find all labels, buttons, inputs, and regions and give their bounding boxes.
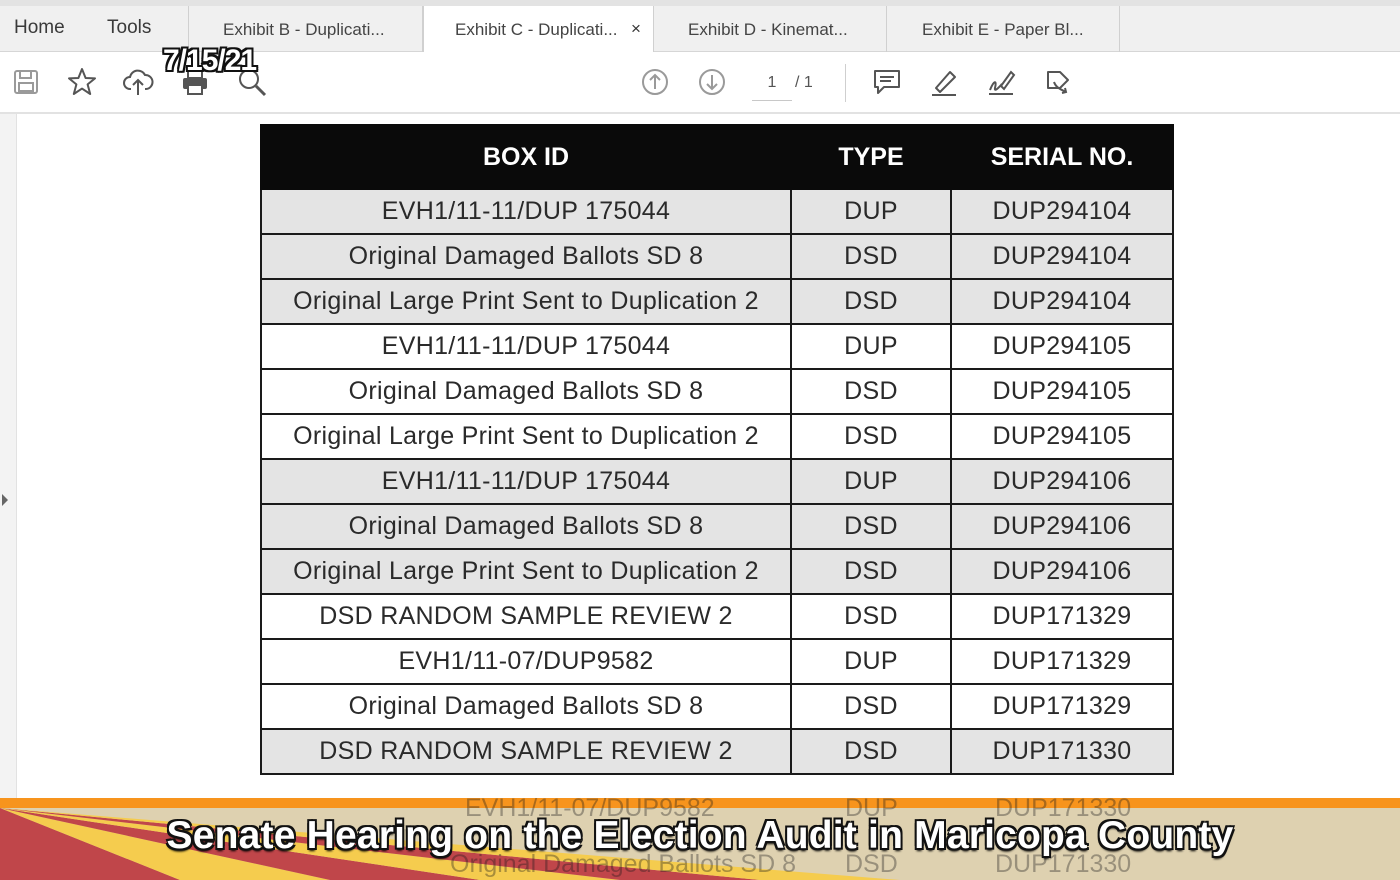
cell-serial-no: DUP171329: [950, 683, 1174, 730]
banner-title: Senate Hearing on the Election Audit in …: [166, 814, 1234, 857]
header-type: TYPE: [790, 124, 952, 190]
cell-type: DSD: [790, 683, 952, 730]
cell-type: DUP: [790, 188, 952, 235]
cell-serial-no: DUP171329: [950, 593, 1174, 640]
cloud-upload-icon[interactable]: [120, 64, 156, 100]
cell-type: DUP: [790, 458, 952, 505]
tab-exhibit-e[interactable]: Exhibit E - Paper Bl...: [887, 6, 1120, 52]
table-row: Original Damaged Ballots SD 8 DSD DUP29410…: [260, 368, 1174, 415]
save-icon[interactable]: [8, 64, 44, 100]
cell-serial-no: DUP294105: [950, 413, 1174, 460]
toolbar-divider: [845, 64, 846, 102]
page-up-icon[interactable]: [637, 64, 673, 100]
table-row: Original Damaged Ballots SD 8 DSD DUP29410…: [260, 233, 1174, 280]
page-total: / 1: [795, 74, 813, 91]
home-link[interactable]: Home: [14, 17, 65, 39]
cell-type: DSD: [790, 728, 952, 775]
cell-serial-no: DUP294104: [950, 278, 1174, 325]
cell-box-id: Original Damaged Ballots SD 8: [260, 503, 792, 550]
cell-box-id: DSD RANDOM SAMPLE REVIEW 2: [260, 593, 792, 640]
table-row: EVH1/11-07/DUP9582 DUP DUP171329: [260, 638, 1174, 685]
cell-box-id: EVH1/11-07/DUP9582: [260, 638, 792, 685]
star-icon[interactable]: [64, 64, 100, 100]
cell-type: DSD: [790, 413, 952, 460]
tab-label: Exhibit E - Paper Bl...: [922, 20, 1084, 39]
cell-type: DSD: [790, 233, 952, 280]
cell-box-id: Original Damaged Ballots SD 8: [260, 233, 792, 280]
cell-type: DSD: [790, 278, 952, 325]
table-row: EVH1/11-11/DUP 175044 DUP DUP294104: [260, 188, 1174, 235]
tab-label: Exhibit C - Duplicati...: [455, 20, 618, 39]
header-box-id: BOX ID: [260, 124, 792, 190]
tab-exhibit-c[interactable]: Exhibit C - Duplicati... ×: [423, 6, 654, 53]
table-row: EVH1/11-11/DUP 175044 DUP DUP294106: [260, 458, 1174, 505]
cell-serial-no: DUP294106: [950, 503, 1174, 550]
cell-box-id: Original Large Print Sent to Duplication…: [260, 413, 792, 460]
tab-label: Exhibit D - Kinemat...: [688, 20, 848, 39]
cell-serial-no: DUP294104: [950, 188, 1174, 235]
cell-box-id: Original Damaged Ballots SD 8: [260, 683, 792, 730]
page-down-icon[interactable]: [694, 64, 730, 100]
box-serial-table: BOX ID TYPE SERIAL NO. EVH1/11-11/DUP 17…: [260, 124, 1174, 775]
table-header-row: BOX ID TYPE SERIAL NO.: [260, 124, 1174, 190]
document-viewer[interactable]: BOX ID TYPE SERIAL NO. EVH1/11-11/DUP 17…: [0, 114, 1400, 800]
comment-icon[interactable]: [869, 64, 905, 100]
left-panel-toggle[interactable]: [0, 114, 17, 800]
cell-box-id: Original Damaged Ballots SD 8: [260, 368, 792, 415]
cell-serial-no: DUP294106: [950, 458, 1174, 505]
table-row: Original Large Print Sent to Duplication…: [260, 278, 1174, 325]
header-serial-no: SERIAL NO.: [950, 124, 1174, 190]
cell-type: DSD: [790, 593, 952, 640]
highlight-pen-icon[interactable]: [926, 64, 962, 100]
page-number-input[interactable]: 1: [752, 70, 792, 101]
cell-type: DSD: [790, 368, 952, 415]
cell-box-id: EVH1/11-11/DUP 175044: [260, 188, 792, 235]
table-row: DSD RANDOM SAMPLE REVIEW 2 DSD DUP171330: [260, 728, 1174, 775]
cell-type: DUP: [790, 638, 952, 685]
cell-serial-no: DUP294106: [950, 548, 1174, 595]
cell-serial-no: DUP294104: [950, 233, 1174, 280]
table-row: Original Damaged Ballots SD 8 DSD DUP17132…: [260, 683, 1174, 730]
table-row: DSD RANDOM SAMPLE REVIEW 2 DSD DUP171329: [260, 593, 1174, 640]
cell-serial-no: DUP171329: [950, 638, 1174, 685]
cell-type: DSD: [790, 548, 952, 595]
cell-serial-no: DUP171330: [950, 728, 1174, 775]
expand-panel-icon[interactable]: [2, 494, 8, 506]
tools-link[interactable]: Tools: [107, 17, 151, 39]
lower-third-banner: EVH1/11-07/DUP9582 DUP DUP171330 Origina…: [0, 798, 1400, 880]
cell-box-id: EVH1/11-11/DUP 175044: [260, 458, 792, 505]
cell-type: DUP: [790, 323, 952, 370]
table-row: Original Large Print Sent to Duplication…: [260, 548, 1174, 595]
cell-box-id: Original Large Print Sent to Duplication…: [260, 278, 792, 325]
cell-box-id: EVH1/11-11/DUP 175044: [260, 323, 792, 370]
cell-box-id: Original Large Print Sent to Duplication…: [260, 548, 792, 595]
sign-icon[interactable]: [983, 64, 1019, 100]
cell-serial-no: DUP294105: [950, 323, 1174, 370]
table-row: Original Large Print Sent to Duplication…: [260, 413, 1174, 460]
cell-box-id: DSD RANDOM SAMPLE REVIEW 2: [260, 728, 792, 775]
cell-serial-no: DUP294105: [950, 368, 1174, 415]
cell-type: DSD: [790, 503, 952, 550]
date-stamp: 7/15/21: [163, 44, 257, 77]
share-icon[interactable]: [1040, 64, 1076, 100]
table-row: Original Damaged Ballots SD 8 DSD DUP29410…: [260, 503, 1174, 550]
tab-label: Exhibit B - Duplicati...: [223, 20, 385, 39]
tab-exhibit-d[interactable]: Exhibit D - Kinemat...: [654, 6, 887, 52]
table-row: EVH1/11-11/DUP 175044 DUP DUP294105: [260, 323, 1174, 370]
close-tab-icon[interactable]: ×: [631, 19, 641, 39]
